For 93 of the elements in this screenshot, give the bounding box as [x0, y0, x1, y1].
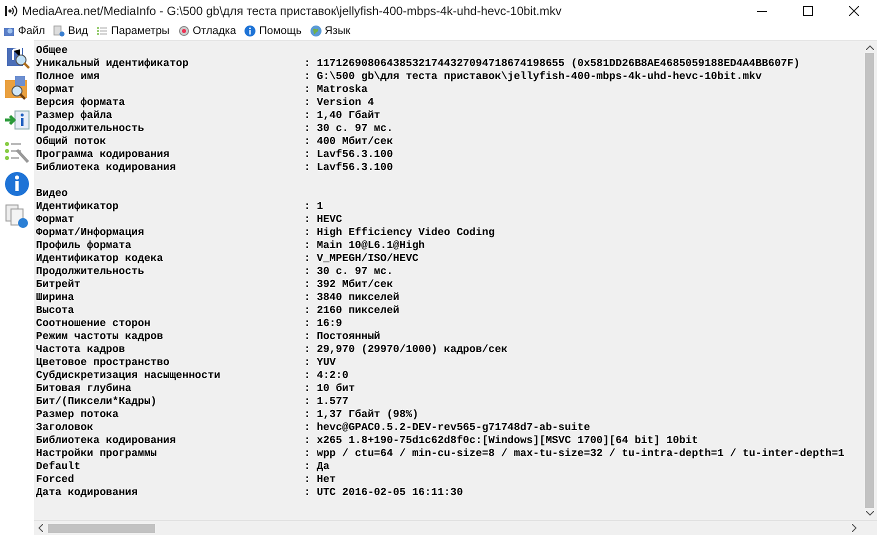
- field-value: : 30 с. 97 мс.: [304, 266, 394, 279]
- field-value: : G:\500 gb\для теста приставок\jellyfish-400-mbps-4k-uhd-hevc-10bit.mkv: [304, 71, 762, 84]
- field-value: : 30 с. 97 мс.: [304, 123, 394, 136]
- field-label: Программа кодирования: [36, 149, 171, 162]
- documents-icon[interactable]: [3, 202, 31, 230]
- field-label: Размер файла: [36, 110, 114, 123]
- globe-icon: [310, 25, 322, 37]
- field-label: Формат: [36, 84, 76, 97]
- field-value: : Version 4: [304, 97, 374, 110]
- scroll-thumb[interactable]: [865, 53, 874, 508]
- field-value: : 392 Мбит/сек: [304, 279, 394, 292]
- field-value: : Matroska: [304, 84, 368, 97]
- field-value: : High Efficiency Video Coding: [304, 227, 495, 240]
- scroll-down-icon: [866, 511, 874, 516]
- field-value: : 400 Мбит/сек: [304, 136, 394, 149]
- menu-item[interactable]: Отладка: [176, 22, 238, 40]
- list-icon: [96, 25, 108, 37]
- section-heading: Видео: [36, 188, 68, 201]
- vertical-scrollbar[interactable]: [862, 41, 877, 520]
- field-label: Default: [36, 461, 82, 474]
- documents-icon: [53, 25, 66, 37]
- field-value: : 2160 пикселей: [304, 305, 400, 318]
- field-value: : Main 10@L6.1@High: [304, 240, 425, 253]
- field-value: : 10 бит: [304, 383, 355, 396]
- field-label: Версия формата: [36, 97, 126, 110]
- field-label: Полное имя: [36, 71, 101, 84]
- horizontal-scrollbar[interactable]: [34, 520, 877, 535]
- field-value: : Нет: [304, 474, 336, 487]
- field-value: : Lavf56.3.100: [304, 149, 394, 162]
- menu-item[interactable]: Вид: [52, 22, 89, 40]
- field-label: Формат/Информация: [36, 227, 146, 240]
- field-value: : YUV: [304, 357, 336, 370]
- field-label: Высота: [36, 305, 76, 318]
- field-label: Продолжительность: [36, 266, 146, 279]
- field-value: : 1.577: [304, 396, 349, 409]
- field-label: Размер потока: [36, 409, 120, 422]
- field-label: Продолжительность: [36, 123, 146, 136]
- field-value: : HEVC: [304, 214, 342, 227]
- field-label: Соотношение сторон: [36, 318, 152, 331]
- field-value: : wpp / ctu=64 / min-cu-size=8 / max-tu-size=32 / tu-intra-depth=1 / tu-inter-depth=1: [304, 448, 844, 461]
- menu-item[interactable]: Файл: [2, 22, 46, 40]
- field-label: Ширина: [36, 292, 76, 305]
- field-label: Формат: [36, 214, 76, 227]
- section-heading: Общее: [36, 45, 68, 58]
- info-icon[interactable]: [3, 170, 31, 198]
- field-value: : 4:2:0: [304, 370, 349, 383]
- field-label: Библиотека кодирования: [36, 435, 177, 448]
- field-value: : 1,40 Гбайт: [304, 110, 380, 123]
- field-label: Идентификатор: [36, 201, 120, 214]
- field-label: Частота кадров: [36, 344, 126, 357]
- field-label: Субдискретизация насыщенности: [36, 370, 222, 383]
- field-value: : 1,37 Гбайт (98%): [304, 409, 418, 422]
- scroll-up-icon: [866, 45, 874, 50]
- field-value: : V_MPEGH/ISO/HEVC: [304, 253, 418, 266]
- app-icon: [4, 4, 18, 18]
- field-value: : hevc@GPAC0.5.2-DEV-rev565-g71748d7-ab-suite: [304, 422, 590, 435]
- folder-icon: [3, 25, 15, 37]
- field-value: : Lavf56.3.100: [304, 162, 394, 175]
- gear-icon: [178, 25, 190, 37]
- field-value: : 1: [304, 201, 324, 214]
- field-label: Заголовок: [36, 422, 94, 435]
- menu-item[interactable]: Язык: [308, 22, 352, 40]
- info-icon: [244, 25, 256, 37]
- maximize-icon: [803, 6, 813, 16]
- menu-item[interactable]: Помощь: [243, 22, 303, 40]
- field-label: Уникальный идентификатор: [36, 58, 190, 71]
- field-label: Библиотека кодирования: [36, 162, 177, 175]
- field-value: : UTC 2016-02-05 16:11:30: [304, 487, 463, 500]
- field-label: Профиль формата: [36, 240, 132, 253]
- field-label: Битрейт: [36, 279, 82, 292]
- field-value: : 3840 пикселей: [304, 292, 400, 305]
- field-value: : 117126908064385321744327094718674198655 (0x581DD26B8AE4685059188ED4A4BB607F): [304, 58, 800, 71]
- scroll-thumb[interactable]: [48, 524, 155, 532]
- field-value: : 16:9: [304, 318, 342, 331]
- field-label: Бит/(Пиксели*Кадры): [36, 396, 158, 409]
- scroll-left-icon: [38, 524, 43, 532]
- field-value: : x265 1.8+190-75d1c62d8f0c:[Windows][MSVC 1700][64 bit] 10bit: [304, 435, 698, 448]
- field-label: Общий поток: [36, 136, 107, 149]
- field-label: Идентификатор кодека: [36, 253, 164, 266]
- field-value: : Да: [304, 461, 330, 474]
- field-label: Дата кодирования: [36, 487, 139, 500]
- close-icon: [849, 6, 859, 16]
- scroll-right-icon: [852, 524, 857, 532]
- field-value: : 29,970 (29970/1000) кадров/сек: [304, 344, 508, 357]
- field-label: Настройки программы: [36, 448, 158, 461]
- field-label: Режим частоты кадров: [36, 331, 164, 344]
- field-label: Битовая глубина: [36, 383, 132, 396]
- field-label: Цветовое пространство: [36, 357, 171, 370]
- field-label: Forced: [36, 474, 76, 487]
- window-title: MediaArea.net/MediaInfo - G:\500 gb\для теста приставок\jellyfish-400-mbps-4k-uhd-hevc-10bit.mkv: [22, 3, 562, 20]
- minimize-icon: [757, 10, 767, 12]
- field-value: : Постоянный: [304, 331, 380, 344]
- menu-item[interactable]: Параметры: [94, 22, 171, 40]
